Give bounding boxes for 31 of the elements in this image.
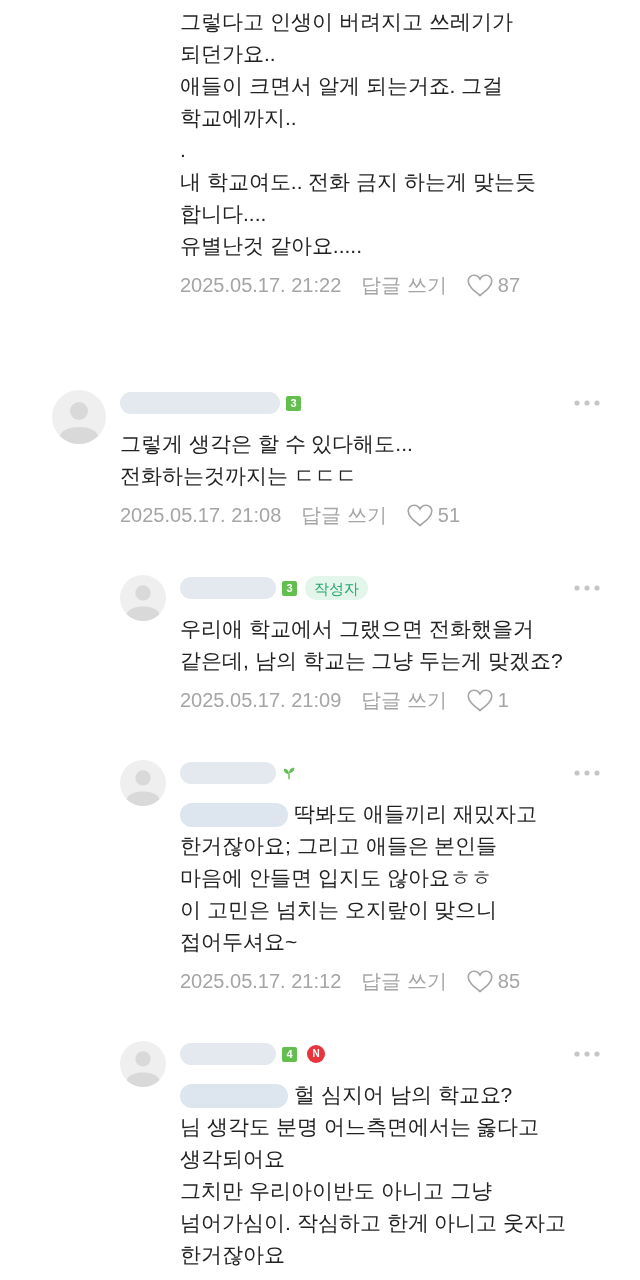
comment-date: 2025.05.17. 21:12 [180,971,342,991]
reply-button[interactable]: 답글 쓰기 [361,971,447,991]
comment-date: 2025.05.17. 21:08 [120,505,282,525]
sprout-icon [282,766,296,780]
level-badge: 3 [286,395,301,411]
comment-text: 그렇게 생각은 할 수 있다해도... 전화하는것까지는 ㄷㄷㄷ [120,432,413,487]
comment-text: 우리애 학교에서 그랬으면 전화했을거 같은데, 남의 학교는 그냥 두는게 맞겠죠? [180,617,563,672]
like-button[interactable]: 51 [406,503,461,527]
like-button[interactable]: 1 [466,688,509,712]
user-avatar-icon [52,390,106,444]
user-avatar-icon [120,760,166,806]
like-button[interactable]: 87 [466,273,521,297]
new-badge: N [307,1045,325,1063]
user-avatar-icon [120,1041,166,1087]
more-icon[interactable] [574,770,600,776]
comment-text: 그렇다고 인생이 버려지고 쓰레기가 되던가요.. 애들이 크면서 알게 되는거죠. 그걸 학교에까지.. . 내 학교여도.. 전화 금지 하는게 맞는듯 합니다.... 유별난것 같아요..... [180,10,536,257]
like-button[interactable]: 85 [466,969,521,993]
reply-button[interactable]: 답글 쓰기 [361,690,447,710]
user-avatar-icon [120,575,166,621]
comment-date: 2025.05.17. 21:22 [180,275,342,295]
more-icon[interactable] [574,400,600,406]
level-badge: 3 [282,580,297,596]
comment-text: 딱봐도 애들끼리 재밌자고 한거잖아요; 그리고 애들은 본인들 마음에 안들면 입지도 않아요ㅎㅎ 이 고민은 넘치는 오지랖이 맞으니 접어두셔요~ [180,802,537,953]
comment-date: 2025.05.17. 21:09 [180,690,342,710]
more-icon[interactable] [574,1051,600,1057]
writer-badge: 작성자 [305,576,368,600]
more-icon[interactable] [574,585,600,591]
reply-button[interactable]: 답글 쓰기 [361,275,447,295]
reply-button[interactable]: 답글 쓰기 [301,505,387,525]
comment-text: 헐 심지어 남의 학교요? 님 생각도 분명 어느측면에서는 옳다고 생각되어요 그치만 우리아이반도 아니고 그냥 넘어가심이. 작심하고 한게 아니고 웃자고 한거잖아요 [180,1083,567,1266]
level-badge: 4 [282,1046,297,1062]
